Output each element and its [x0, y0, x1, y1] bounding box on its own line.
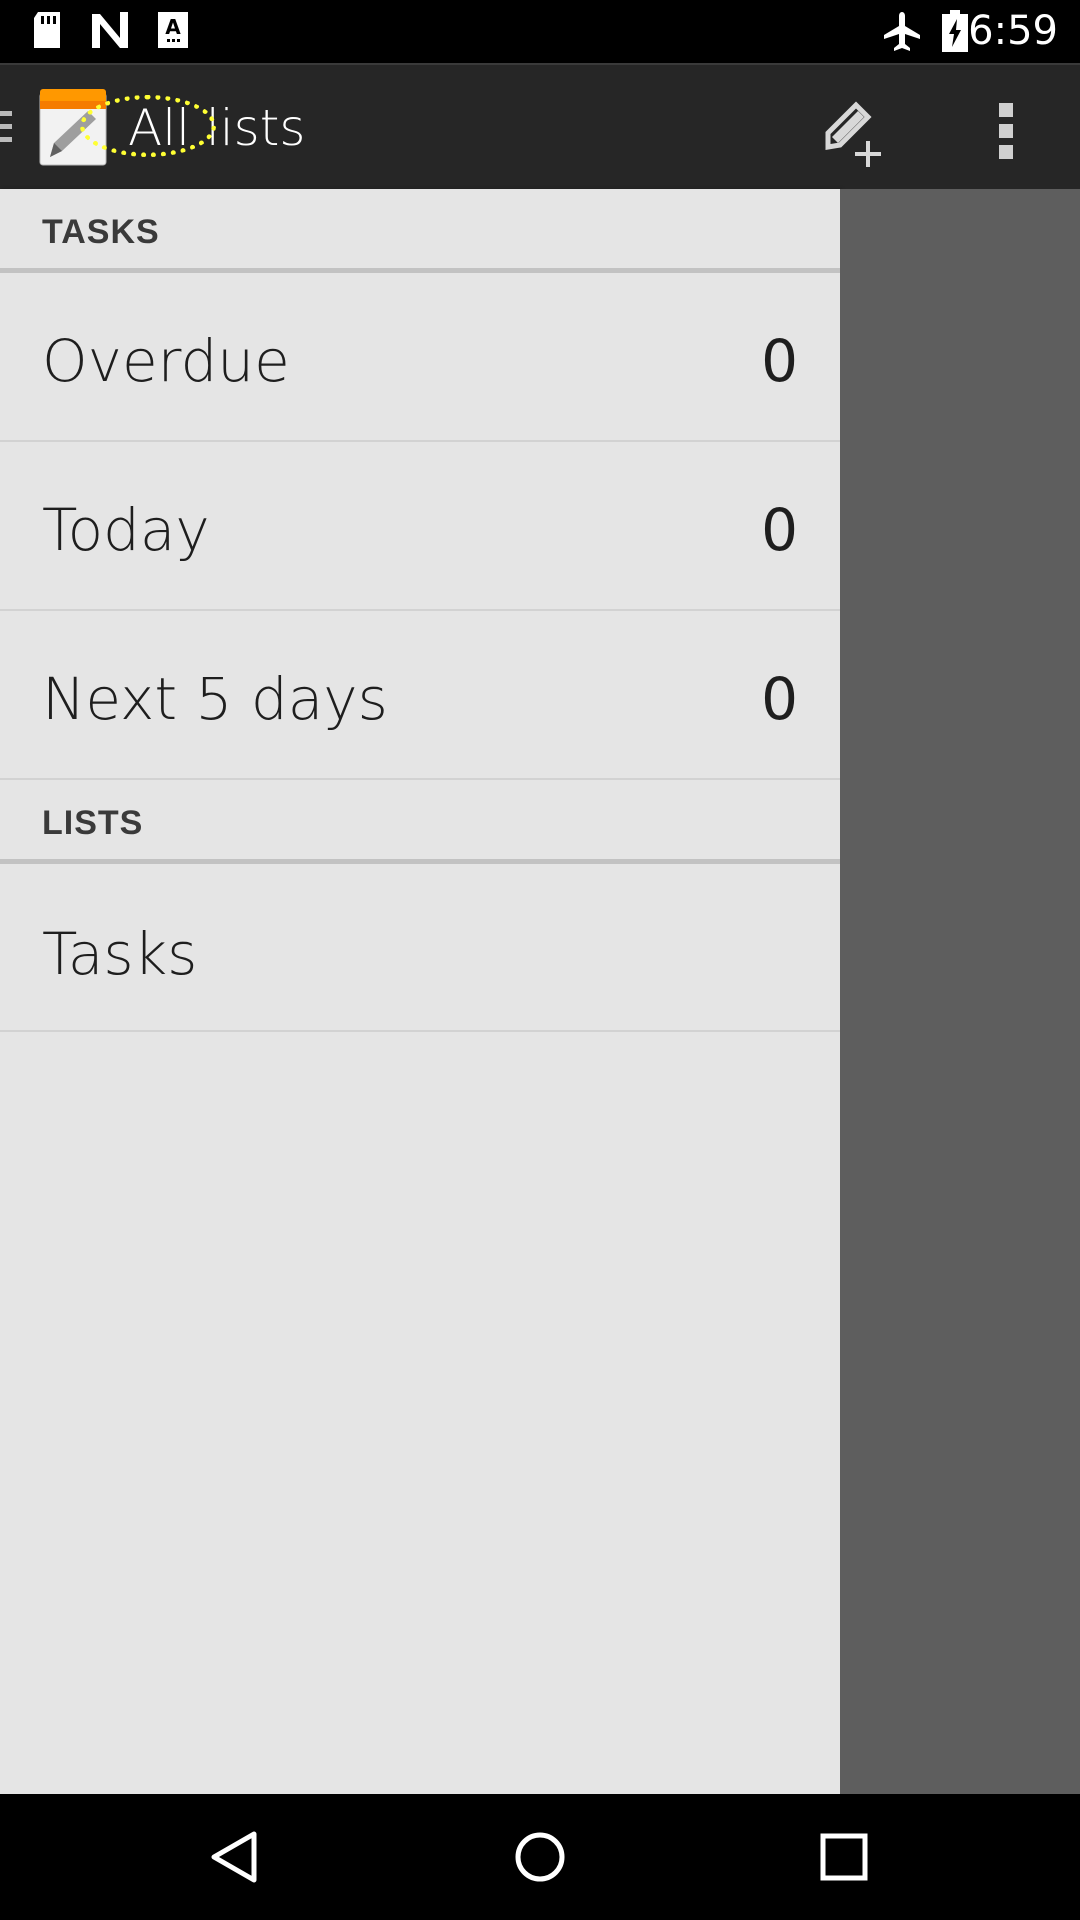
overflow-menu-icon[interactable]: [986, 89, 1026, 169]
section-header-label: TASKS: [42, 213, 160, 251]
section-header-label: LISTS: [42, 804, 144, 842]
n-logo-icon: [92, 12, 128, 48]
clock: 6:59: [968, 8, 1058, 54]
home-icon[interactable]: [500, 1822, 580, 1892]
drawer-item-count: 0: [761, 496, 798, 564]
drawer-item-label: Today: [42, 496, 210, 564]
font-icon: A: [158, 12, 188, 48]
airplane-mode-icon: [884, 12, 920, 51]
drawer-item-count: 0: [761, 665, 798, 733]
action-bar: All lists: [0, 63, 1080, 189]
svg-text:A: A: [165, 15, 181, 39]
status-bar: A 6:59: [0, 0, 1080, 63]
drawer-indicator-icon[interactable]: [0, 109, 14, 145]
drawer-item-label: Overdue: [42, 327, 290, 395]
battery-charging-icon: [942, 10, 968, 52]
drawer-item-label: Next 5 days: [42, 665, 388, 733]
drawer-item-label: Tasks: [42, 920, 198, 988]
sd-card-icon: [34, 12, 60, 48]
tap-highlight: [80, 95, 216, 157]
drawer-item-tasks-list[interactable]: Tasks: [0, 864, 840, 1032]
drawer-item-count: 0: [761, 327, 798, 395]
new-task-icon[interactable]: [818, 89, 898, 169]
drawer-scrim[interactable]: [840, 189, 1080, 1794]
recents-icon[interactable]: [804, 1822, 884, 1892]
screen: A 6:59 All lists TASKS Overdue 0 Today 0…: [0, 0, 1080, 1920]
navigation-drawer: TASKS Overdue 0 Today 0 Next 5 days 0 LI…: [0, 189, 840, 1794]
section-header-lists: LISTS: [0, 780, 840, 864]
drawer-item-today[interactable]: Today 0: [0, 442, 840, 611]
drawer-item-overdue[interactable]: Overdue 0: [0, 273, 840, 442]
back-icon[interactable]: [196, 1822, 276, 1892]
drawer-item-next-5-days[interactable]: Next 5 days 0: [0, 611, 840, 780]
navigation-bar: [0, 1794, 1080, 1920]
section-header-tasks: TASKS: [0, 189, 840, 273]
